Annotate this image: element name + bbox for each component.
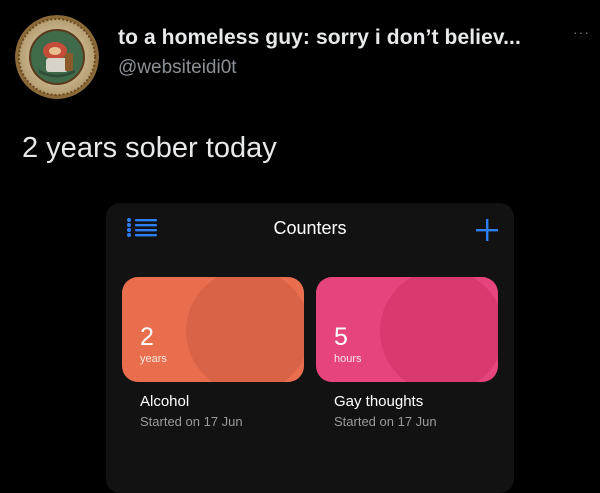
- counter-unit: hours: [334, 353, 362, 365]
- counter-name: Gay thoughts: [334, 393, 424, 410]
- counter-unit: years: [140, 353, 167, 365]
- list-icon[interactable]: [126, 216, 158, 242]
- user-handle[interactable]: @websiteidi0t: [118, 57, 237, 79]
- counter-name: Alcohol: [140, 393, 190, 410]
- display-name[interactable]: to a homeless guy: sorry i don’t believ.…: [118, 26, 521, 50]
- counter-value: 5: [334, 323, 348, 351]
- counter-start-date: Started on 17 Jun: [334, 414, 437, 429]
- more-options-icon[interactable]: ···: [573, 24, 590, 40]
- counter-tile-alcohol[interactable]: 2 years: [122, 277, 304, 382]
- tile-decor-circle: [380, 277, 498, 382]
- tweet-text: 2 years sober today: [22, 132, 277, 164]
- avatar[interactable]: [15, 15, 99, 99]
- counter-tile-gay-thoughts[interactable]: 5 hours: [316, 277, 498, 382]
- plus-icon[interactable]: [474, 217, 500, 243]
- counter-value: 2: [140, 323, 154, 351]
- counter-start-date: Started on 17 Jun: [140, 414, 243, 429]
- app-title: Counters: [273, 218, 347, 238]
- tile-decor-circle: [186, 277, 304, 382]
- avatar-image: [15, 15, 99, 99]
